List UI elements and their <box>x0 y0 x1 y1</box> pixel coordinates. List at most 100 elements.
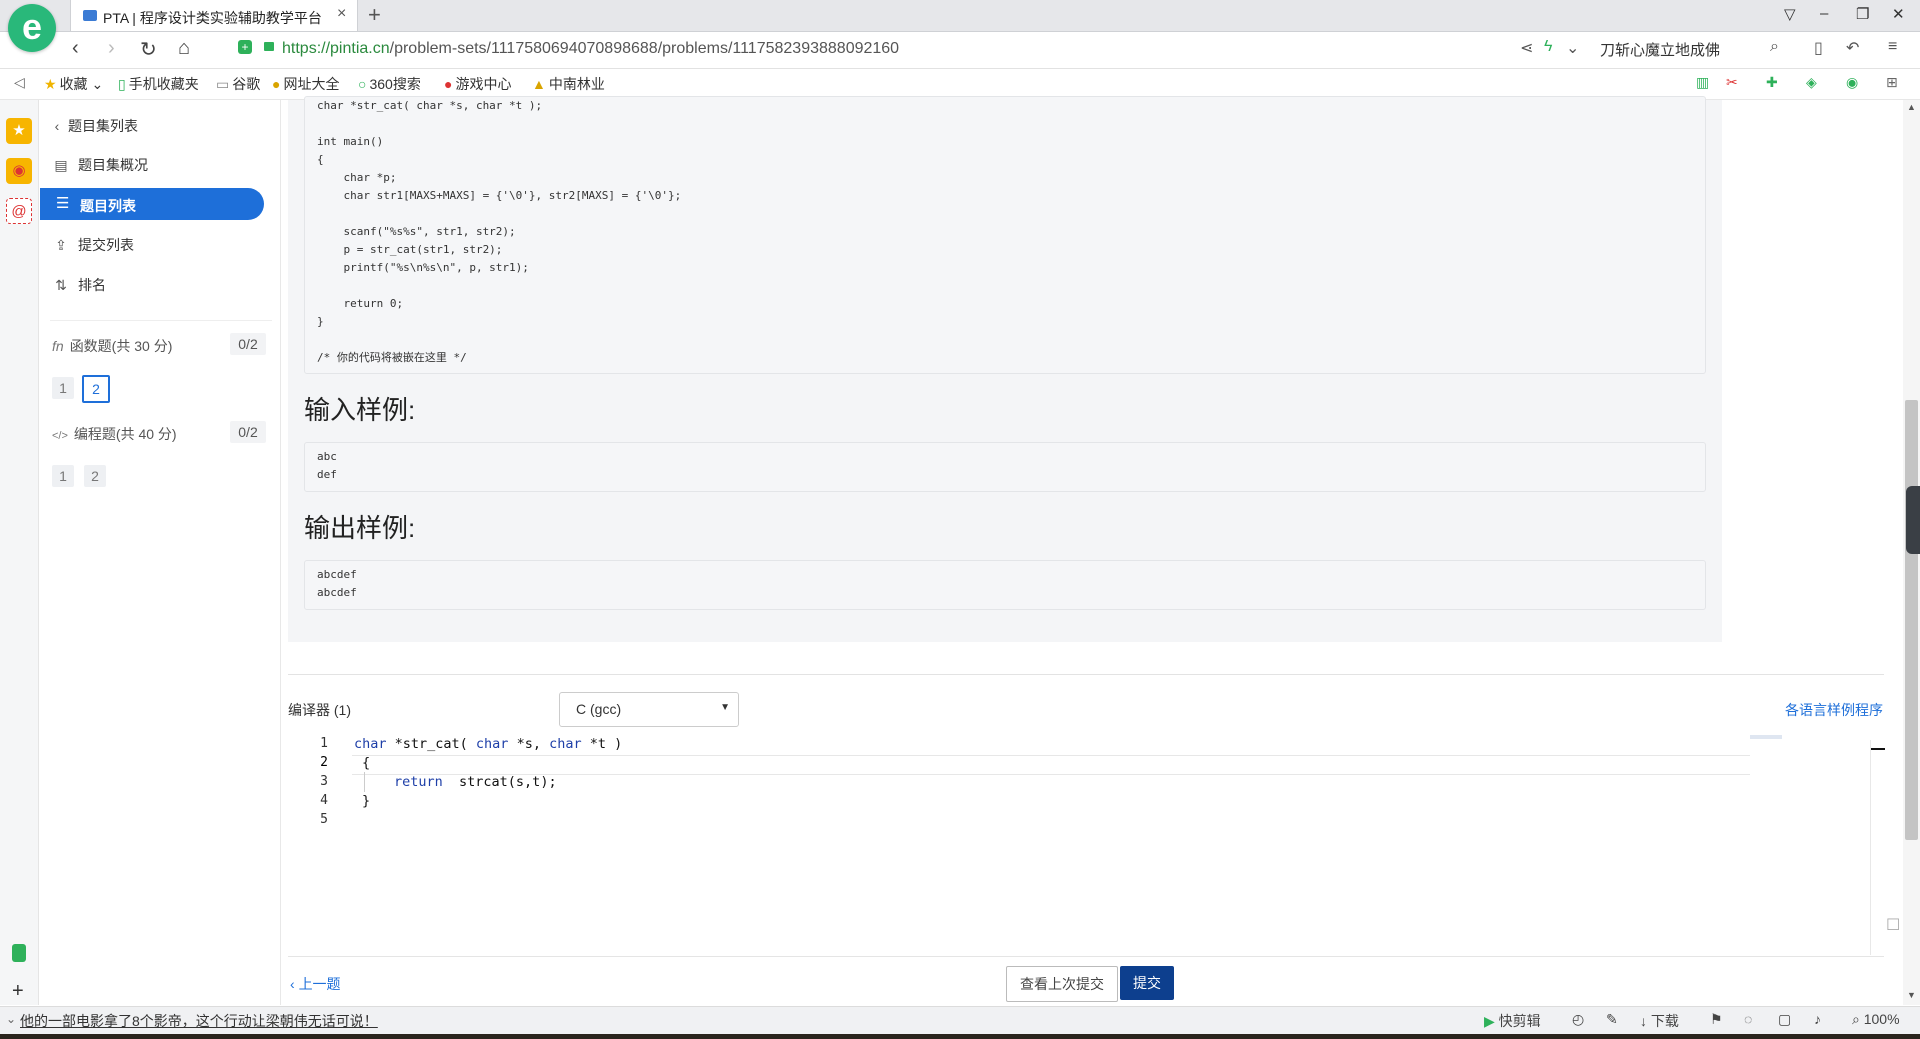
sidebar-item-label: 提交列表 <box>78 237 134 253</box>
menu-icon[interactable]: ≡ <box>1888 38 1897 56</box>
editor-scrollbar[interactable] <box>1870 740 1887 955</box>
input-sample-heading: 输入样例: <box>304 395 416 425</box>
sound-icon[interactable]: ♪ <box>1814 1011 1821 1027</box>
code-example-line: printf("%s\n%s\n", p, str1); <box>317 261 529 274</box>
code-example-line: } <box>317 315 324 328</box>
home-icon[interactable]: ⌂ <box>178 37 190 60</box>
sidebar-item-label: 题目列表 <box>80 198 136 214</box>
sidebar-item-problem-list[interactable]: ☰ 题目列表 <box>40 188 264 220</box>
game-icon[interactable]: ◉ <box>1846 74 1858 91</box>
bookmark-label: 谷歌 <box>232 76 261 92</box>
side-widget-icon[interactable] <box>1906 486 1920 554</box>
language-value: C (gcc) <box>576 701 622 717</box>
editor-minimap[interactable] <box>1750 735 1782 739</box>
search-icon[interactable]: ⌕ <box>1770 38 1779 56</box>
window-icon[interactable]: ▢ <box>1778 1011 1791 1028</box>
code-line: { <box>362 755 371 771</box>
forward-icon[interactable]: › <box>108 37 115 60</box>
code-example: char *str_cat( char *s, char *t ); int m… <box>317 97 681 367</box>
zoom-control[interactable]: ⌕ 100% <box>1852 1011 1900 1028</box>
code-example-line <box>317 205 681 223</box>
reload-icon[interactable]: ↻ <box>140 37 157 62</box>
output-sample-block: abcdef abcdef <box>304 560 1706 610</box>
bookmark-csuft[interactable]: ▲ 中南林业 <box>532 74 605 94</box>
language-select[interactable]: C (gcc) ▼ <box>559 692 739 727</box>
close-window-icon[interactable]: ✕ <box>1892 5 1905 23</box>
news-ticker[interactable]: 他的一部电影拿了8个影帝，这个行动让梁朝伟无话可说！ <box>20 1011 378 1031</box>
browser-logo-icon[interactable]: e <box>8 4 56 52</box>
flag-icon[interactable]: ⚑ <box>1710 1011 1723 1028</box>
input-line: def <box>317 468 337 481</box>
question-button[interactable]: 1 <box>52 377 74 399</box>
code-example-line: return 0; <box>317 297 404 310</box>
section-programming-problems: </> 编程题(共 40 分) <box>52 424 177 444</box>
line-number: 2 <box>320 755 328 770</box>
submit-button[interactable]: 提交 <box>1120 966 1174 1000</box>
favorites-star-icon[interactable]: ★ <box>6 118 32 144</box>
code-example-line: { <box>317 153 324 166</box>
browser-tab[interactable]: PTA | 程序设计类实验辅助教学平台 × <box>70 0 358 31</box>
download-button[interactable]: ↓ 下载 <box>1640 1011 1679 1031</box>
add-icon[interactable]: + <box>12 980 24 1003</box>
url-scheme: https:// <box>282 40 331 57</box>
back-icon[interactable]: ‹ <box>72 37 79 60</box>
chevron-down-icon[interactable]: ⌄ <box>6 1012 16 1026</box>
bookmark-360search[interactable]: ○ 360搜索 <box>358 74 421 94</box>
tools-icon[interactable]: ✂ <box>1726 74 1738 91</box>
apps-icon[interactable]: ⊞ <box>1886 74 1898 91</box>
bookmark-favorites[interactable]: ★ 收藏 ⌄ <box>44 74 103 94</box>
minimize-icon[interactable]: – <box>1820 5 1828 22</box>
battery-icon[interactable] <box>12 944 26 962</box>
weibo-icon[interactable]: ◉ <box>6 158 32 184</box>
question-button[interactable]: 1 <box>52 465 74 487</box>
code-example-block: char *str_cat( char *s, char *t ); int m… <box>304 96 1706 374</box>
sidebar-item-overview[interactable]: ▤ 题目集概况 <box>52 155 148 175</box>
restore-icon[interactable]: ❐ <box>1856 5 1869 23</box>
cleanup-icon[interactable]: ◌ <box>1744 1011 1752 1027</box>
clock-icon[interactable]: ◴ <box>1572 1011 1584 1028</box>
bookmark-hao[interactable]: ● 网址大全 <box>272 74 339 94</box>
download-icon: ↓ <box>1640 1013 1651 1029</box>
bookmark-google[interactable]: ▭ 谷歌 <box>216 74 260 94</box>
quick-edit-button[interactable]: ▶ 快剪辑 <box>1484 1011 1541 1031</box>
bookmark-label: 收藏 <box>59 76 88 92</box>
skin-icon[interactable]: ▽ <box>1784 5 1796 23</box>
view-last-submission-button[interactable]: 查看上次提交 <box>1006 966 1118 1002</box>
question-button[interactable]: 2 <box>84 465 106 487</box>
undo-icon[interactable]: ↶ <box>1846 38 1859 58</box>
feedback-icon[interactable]: ☐ <box>1886 915 1900 935</box>
url-input[interactable]: https://pintia.cn/problem-sets/111758069… <box>282 40 899 58</box>
mail-icon[interactable]: @ <box>6 198 32 224</box>
chevron-down-icon[interactable]: ⌄ <box>1566 38 1579 58</box>
back-to-problem-sets-link[interactable]: ‹ 题目集列表 <box>52 116 138 136</box>
tab-close-icon[interactable]: × <box>337 5 346 23</box>
browser-side-strip <box>0 100 39 1005</box>
reader-icon[interactable]: ▥ <box>1696 74 1709 91</box>
url-host: pintia.cn <box>330 40 390 57</box>
scroll-down-icon[interactable]: ▼ <box>1907 990 1916 1000</box>
security-icon[interactable]: ◈ <box>1806 74 1817 91</box>
scroll-up-icon[interactable]: ▲ <box>1907 102 1916 112</box>
translate-icon[interactable]: ✚ <box>1766 74 1778 91</box>
collapse-sidebar-icon[interactable]: ◁ <box>14 74 25 91</box>
phone-icon[interactable]: ▯ <box>1814 38 1823 58</box>
status-label: 下载 <box>1650 1013 1679 1029</box>
back-label: 题目集列表 <box>68 118 138 134</box>
bookmark-games[interactable]: ● 游戏中心 <box>444 74 511 94</box>
bookmark-mobile[interactable]: ▯ 手机收藏夹 <box>118 74 199 94</box>
output-line: abcdef <box>317 568 357 581</box>
taskbar-strip <box>0 1034 1920 1039</box>
sidebar-item-ranking[interactable]: ⇅ 排名 <box>52 275 106 295</box>
shield-icon[interactable]: + <box>238 40 252 54</box>
share-icon[interactable]: ⋖ <box>1520 38 1533 58</box>
pin-icon[interactable]: ✎ <box>1606 1011 1618 1028</box>
previous-problem-link[interactable]: ‹ 上一题 <box>290 974 341 994</box>
sidebar-item-submissions[interactable]: ⇪ 提交列表 <box>52 235 134 255</box>
language-samples-link[interactable]: 各语言样例程序 <box>1785 700 1883 720</box>
search-input[interactable]: 刀斩心魔立地成佛 <box>1600 39 1720 60</box>
code-editor[interactable]: char *str_cat( char *s, char *t ) { retu… <box>354 736 1864 954</box>
new-tab-button[interactable]: + <box>368 2 381 28</box>
lightning-icon[interactable]: ϟ <box>1544 38 1552 56</box>
scroll-thumb[interactable] <box>1905 400 1918 840</box>
question-button-current[interactable]: 2 <box>82 375 110 403</box>
